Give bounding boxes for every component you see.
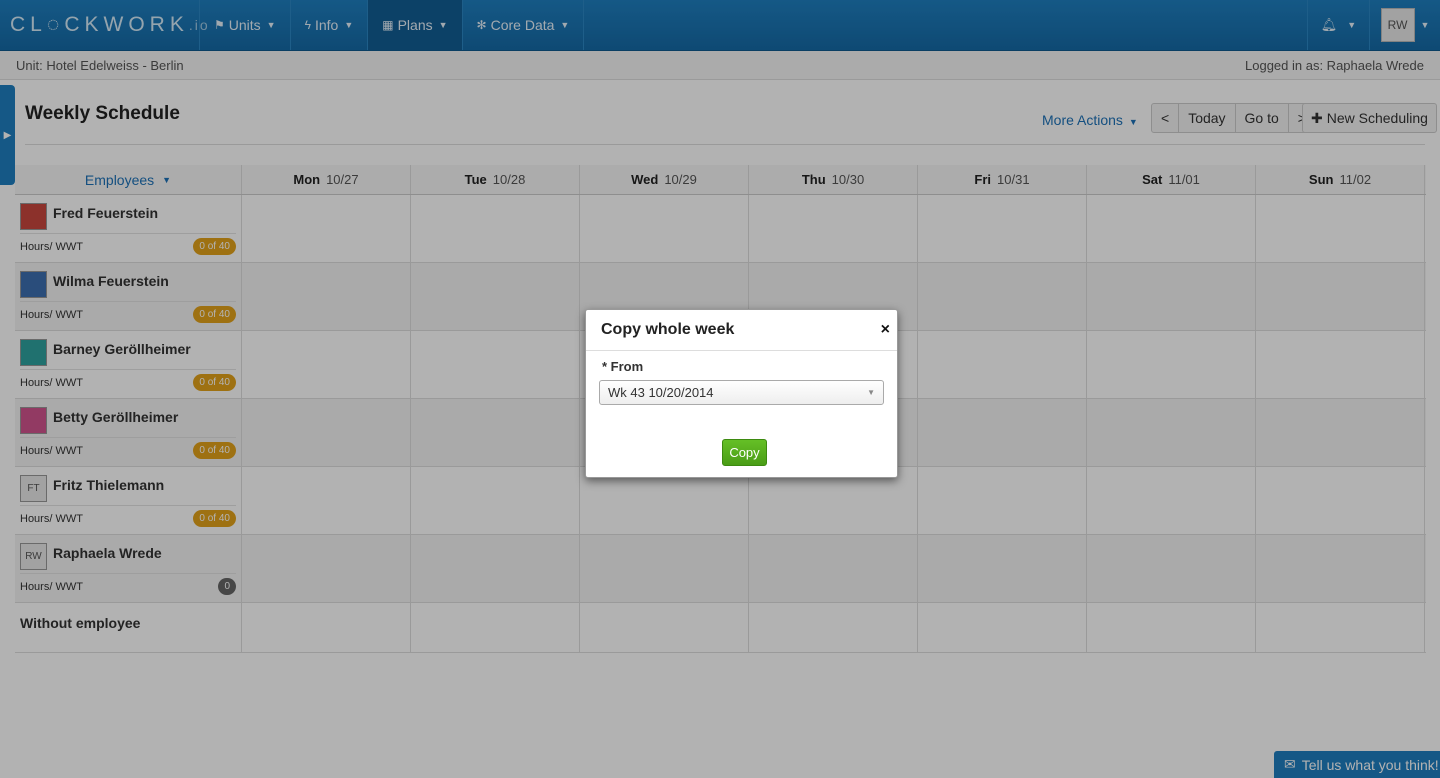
copy-week-modal: Copy whole week × * From Wk 43 10/20/201…	[585, 309, 898, 478]
close-icon[interactable]: ×	[881, 321, 890, 339]
chevron-down-icon: ▼	[867, 388, 875, 397]
from-label: * From	[602, 359, 644, 374]
modal-title: Copy whole week	[601, 321, 735, 338]
modal-body: * From Wk 43 10/20/2014 ▼	[586, 351, 897, 413]
copy-button[interactable]: Copy	[722, 439, 767, 466]
from-week-value: Wk 43 10/20/2014	[608, 385, 714, 400]
modal-header: Copy whole week ×	[586, 310, 897, 351]
from-week-select[interactable]: Wk 43 10/20/2014 ▼	[599, 380, 884, 405]
